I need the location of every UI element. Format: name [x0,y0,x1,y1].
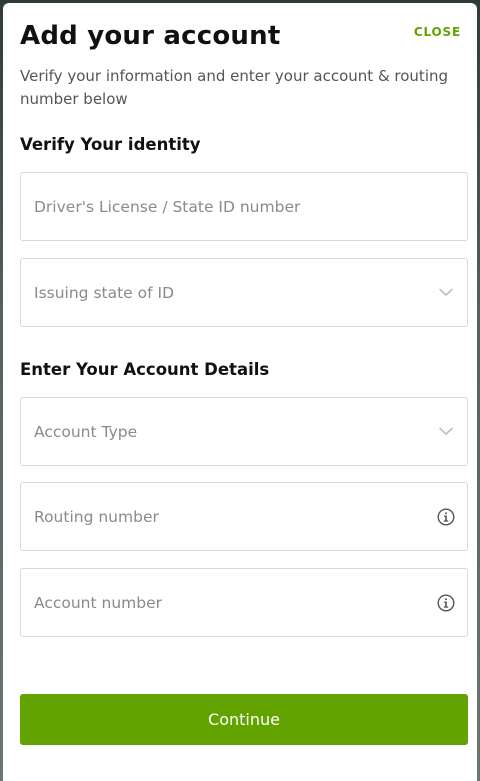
routing-number-placeholder: Routing number [34,507,159,526]
account-type-placeholder: Account Type [34,422,138,441]
issuing-state-select[interactable]: Issuing state of ID [20,258,468,327]
close-button[interactable]: CLOSE [414,25,461,39]
info-icon[interactable] [437,507,455,526]
identity-section-title: Verify Your identity [20,135,201,154]
account-section-title: Enter Your Account Details [20,360,270,379]
page-subtitle: Verify your information and enter your a… [20,67,449,108]
routing-number-field[interactable]: Routing number [20,482,468,551]
chevron-down-icon [437,423,455,441]
continue-button[interactable]: Continue [20,694,468,745]
license-number-placeholder: Driver's License / State ID number [34,197,301,216]
add-account-modal: Add your account CLOSE Verify your infor… [3,3,477,781]
chevron-down-icon [437,284,455,302]
issuing-state-placeholder: Issuing state of ID [34,283,175,302]
license-number-field[interactable]: Driver's License / State ID number [20,172,468,241]
account-number-field[interactable]: Account number [20,568,468,637]
account-number-placeholder: Account number [34,593,163,612]
info-icon[interactable] [437,593,455,612]
account-type-select[interactable]: Account Type [20,397,468,466]
page-title: Add your account [20,21,281,51]
